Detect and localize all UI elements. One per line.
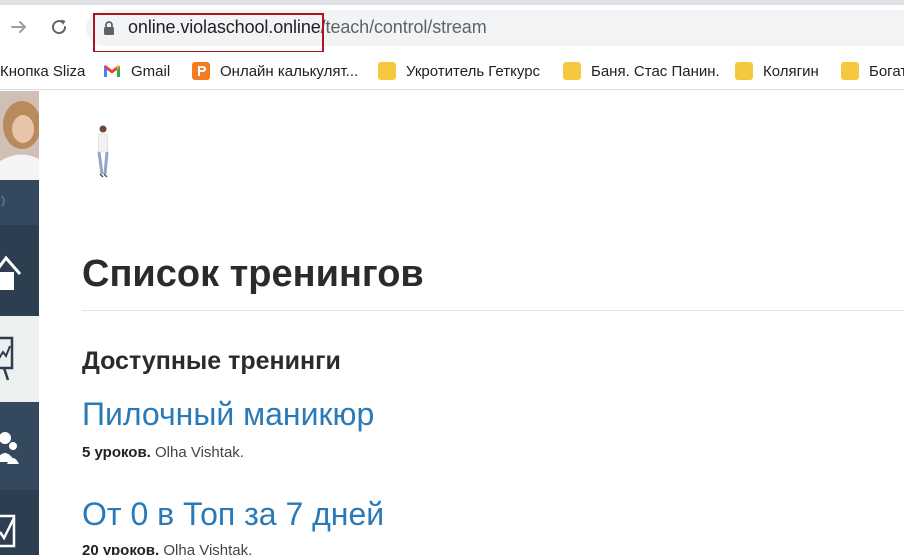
- gmail-icon: [104, 65, 120, 77]
- lessons-count: 5 уроков.: [82, 444, 151, 461]
- calculator-icon: [192, 62, 210, 80]
- training-link-manicure[interactable]: Пилочный маникюр: [82, 396, 374, 433]
- bookmark-label: Баня. Стас Панин.: [591, 62, 720, 80]
- browser-toolbar: online.violaschool.online/teach/control/…: [0, 0, 904, 53]
- lessons-count: 20 уроков.: [82, 542, 160, 555]
- avatar-photo: [0, 91, 39, 180]
- signal-icon: [1, 195, 5, 207]
- checkbox-icon: [0, 514, 16, 548]
- bookmark-folder-banya[interactable]: Баня. Стас Панин.: [563, 52, 720, 90]
- training-meta-manicure: 5 уроков. Olha Vishtak.: [82, 444, 244, 461]
- training-link-top7[interactable]: От 0 в Топ за 7 дней: [82, 496, 384, 533]
- school-logo-figure: [97, 125, 109, 178]
- bookmark-folder-ukrotitel[interactable]: Укротитель Геткурс: [378, 52, 540, 90]
- chart-board-icon: [0, 336, 14, 381]
- folder-icon: [378, 62, 396, 80]
- forward-button[interactable]: [6, 14, 32, 40]
- reload-button[interactable]: [46, 14, 72, 40]
- bookmark-label: Богат: [869, 62, 904, 80]
- sidebar-notifications[interactable]: [0, 180, 39, 225]
- folder-icon: [841, 62, 859, 80]
- page-title: Список тренингов: [82, 253, 424, 295]
- bookmark-label: Укротитель Геткурс: [406, 62, 541, 80]
- bookmark-folder-kolyagin[interactable]: Колягин: [735, 52, 819, 90]
- training-meta-top7: 20 уроков. Olha Vishtak.: [82, 542, 252, 555]
- folder-icon: [563, 62, 581, 80]
- url-highlight-box: [93, 13, 324, 53]
- sidebar-item-home[interactable]: [0, 226, 39, 316]
- bookmark-calculator[interactable]: Онлайн калькулят...: [192, 52, 358, 90]
- bookmark-folder-bogat[interactable]: Богат: [841, 52, 904, 90]
- bookmark-label: Онлайн калькулят...: [220, 62, 359, 80]
- main-content: [39, 91, 904, 555]
- bookmark-label: Gmail: [131, 62, 171, 80]
- bookmarks-bar: Кнопка Sliza Gmail Онлайн калькулят... У…: [0, 52, 904, 90]
- section-title-available: Доступные тренинги: [82, 347, 341, 375]
- sidebar-item-trainings[interactable]: [0, 316, 39, 402]
- training-author: Olha Vishtak.: [155, 444, 244, 461]
- training-author: Olha Vishtak.: [163, 542, 253, 555]
- url-path: /teach/control/stream: [320, 17, 487, 37]
- bookmark-gmail[interactable]: Gmail: [103, 52, 170, 90]
- avatar[interactable]: [0, 91, 39, 180]
- sidebar-item-tasks[interactable]: [0, 490, 39, 555]
- tab-strip-edge: [0, 0, 904, 5]
- arrow-right-icon: [11, 21, 26, 33]
- bookmark-label: Кнопка Sliza: [0, 62, 86, 80]
- users-icon: [0, 432, 19, 464]
- folder-icon: [735, 62, 753, 80]
- bookmark-label: Колягин: [763, 62, 819, 80]
- home-icon: [0, 255, 22, 290]
- sidebar-item-users[interactable]: [0, 402, 39, 490]
- bookmark-knopka-sliza[interactable]: Кнопка Sliza: [0, 52, 85, 90]
- reload-icon: [52, 19, 67, 35]
- title-divider: [82, 310, 904, 311]
